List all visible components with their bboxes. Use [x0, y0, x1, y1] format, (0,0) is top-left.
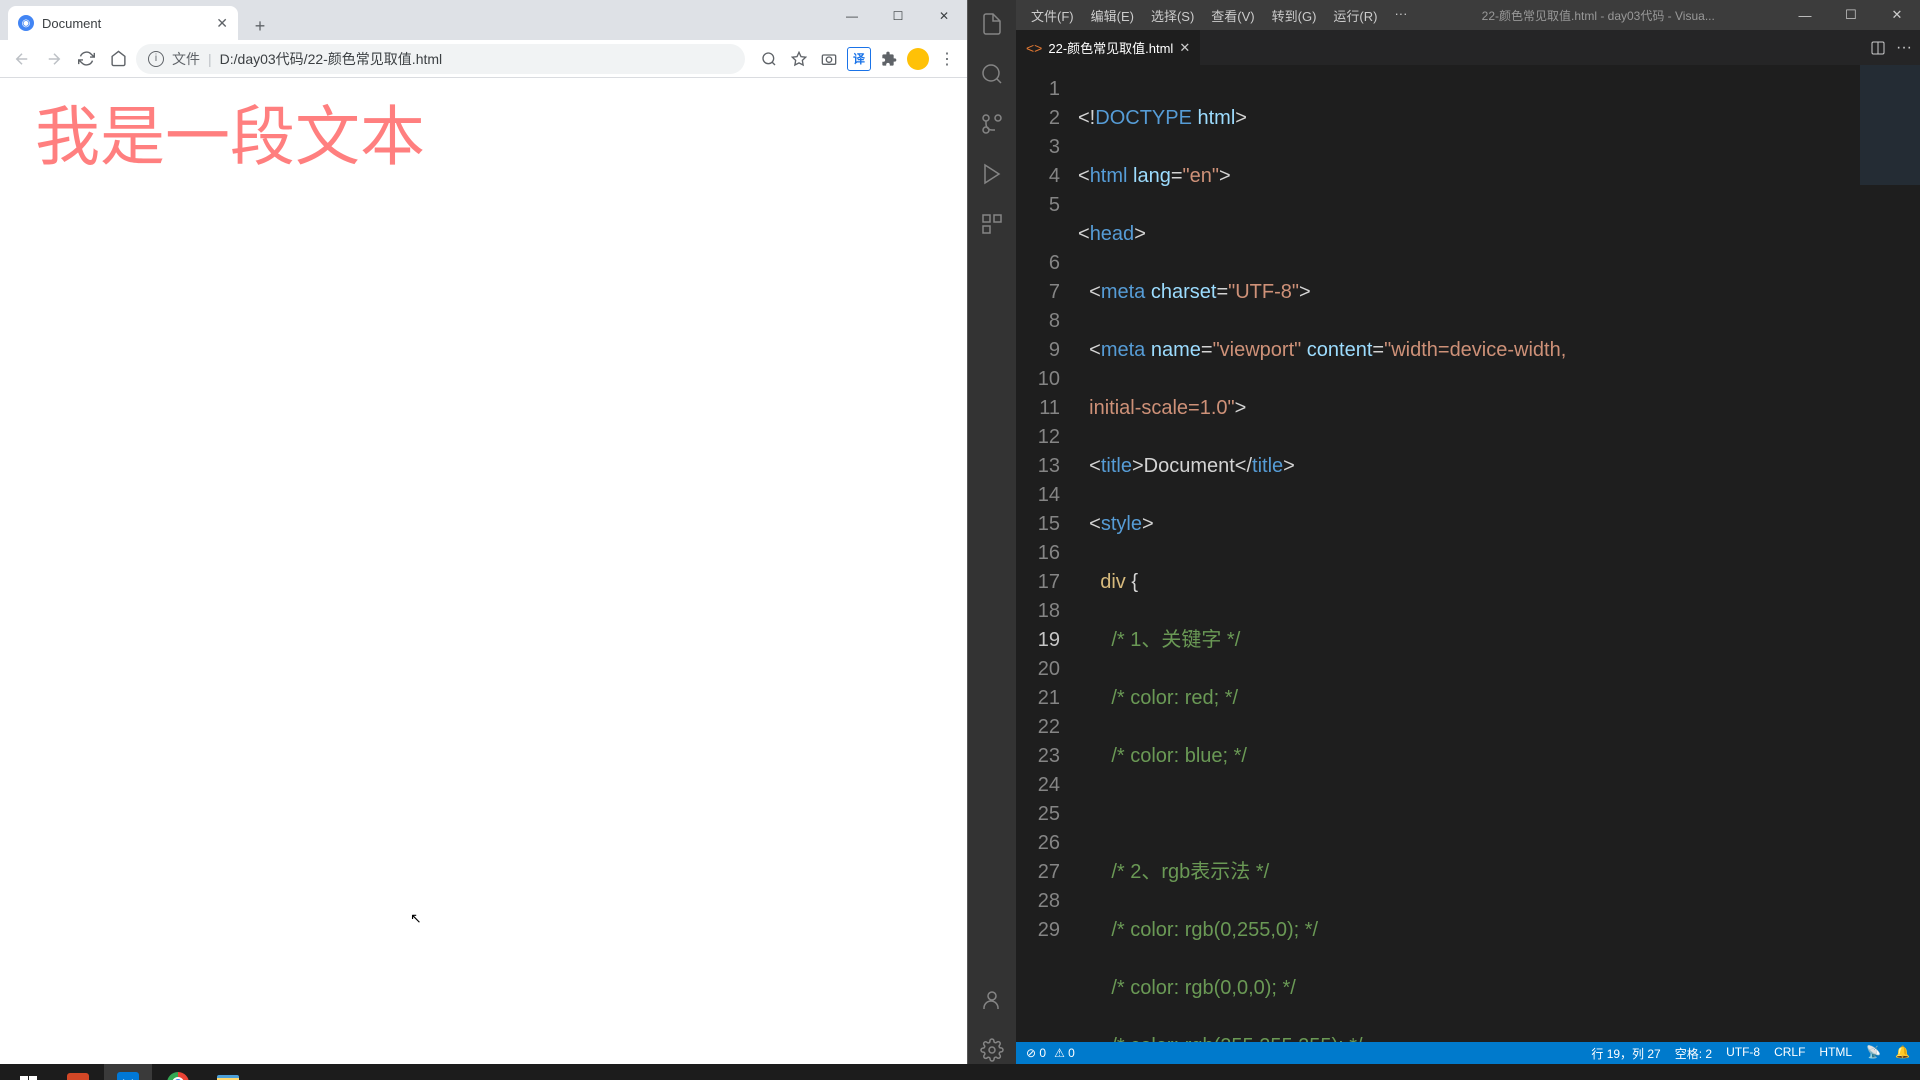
url-scheme-label: 文件 — [172, 49, 200, 69]
page-content: 我是一段文本 ↖ — [0, 78, 967, 1064]
tab-title: Document — [42, 16, 101, 31]
run-debug-icon[interactable] — [978, 160, 1006, 188]
window-title: 22-颜色常见取值.html - day03代码 - Visua... — [1414, 7, 1782, 24]
url-path: D:/day03代码/22-颜色常见取值.html — [220, 49, 443, 69]
translate-icon[interactable]: 译 — [847, 47, 871, 71]
chrome-toolbar: i 文件 | D:/day03代码/22-颜色常见取值.html 译 ⋮ — [0, 40, 967, 78]
site-info-icon[interactable]: i — [148, 51, 164, 67]
menu-selection[interactable]: 选择(S) — [1144, 6, 1201, 25]
minimap[interactable] — [1860, 65, 1920, 265]
vscode-window: 文件(F) 编辑(E) 选择(S) 查看(V) 转到(G) 运行(R) ··· … — [968, 0, 1920, 1064]
status-warnings[interactable]: ⚠ 0 — [1054, 1046, 1075, 1060]
forward-button[interactable] — [40, 45, 68, 73]
search-icon[interactable] — [978, 60, 1006, 88]
favicon-icon: ◉ — [18, 15, 34, 31]
settings-gear-icon[interactable] — [978, 1036, 1006, 1064]
code-content[interactable]: <!DOCTYPE html> <html lang="en"> <head> … — [1078, 65, 1920, 1042]
vscode-titlebar: 文件(F) 编辑(E) 选择(S) 查看(V) 转到(G) 运行(R) ··· … — [1016, 0, 1920, 30]
status-feedback-icon[interactable]: 📡 — [1866, 1045, 1881, 1062]
bookmark-star-icon[interactable] — [787, 47, 811, 71]
status-eol[interactable]: CRLF — [1774, 1045, 1805, 1062]
menu-more[interactable]: ··· — [1387, 6, 1414, 25]
windows-taskbar: ⋈ ˄ — [0, 1064, 1920, 1080]
profile-icon[interactable] — [907, 48, 929, 70]
extensions-icon[interactable] — [877, 47, 901, 71]
status-cursor-pos[interactable]: 行 19，列 27 — [1591, 1045, 1660, 1062]
explorer-icon[interactable] — [978, 10, 1006, 38]
status-bell-icon[interactable]: 🔔 — [1895, 1045, 1910, 1062]
chrome-menu-button[interactable]: ⋮ — [935, 47, 959, 71]
reload-button[interactable] — [72, 45, 100, 73]
status-errors[interactable]: ⊘ 0 — [1026, 1046, 1046, 1060]
html-file-icon: <> — [1026, 40, 1042, 56]
taskbar-chrome[interactable] — [154, 1064, 202, 1080]
taskbar-vscode[interactable]: ⋈ — [104, 1064, 152, 1080]
vscode-minimize-button[interactable]: — — [1782, 0, 1828, 30]
start-button[interactable] — [4, 1064, 52, 1080]
activity-bar — [968, 0, 1016, 1064]
editor-tabs: <> 22-颜色常见取值.html ✕ ··· — [1016, 30, 1920, 65]
address-bar[interactable]: i 文件 | D:/day03代码/22-颜色常见取值.html — [136, 44, 745, 74]
chrome-tabstrip: ◉ Document ✕ + — ☐ ✕ — [0, 0, 967, 40]
code-editor[interactable]: 12345 6789101112131415161718192021222324… — [1016, 65, 1920, 1042]
menu-edit[interactable]: 编辑(E) — [1084, 6, 1141, 25]
split-editor-icon[interactable] — [1870, 40, 1886, 56]
tab-filename: 22-颜色常见取值.html — [1048, 38, 1173, 57]
menu-view[interactable]: 查看(V) — [1204, 6, 1261, 25]
zoom-icon[interactable] — [757, 47, 781, 71]
menu-go[interactable]: 转到(G) — [1265, 6, 1324, 25]
source-control-icon[interactable] — [978, 110, 1006, 138]
status-bar: ⊘ 0 ⚠ 0 行 19，列 27 空格: 2 UTF-8 CRLF HTML … — [1016, 1042, 1920, 1064]
menu-file[interactable]: 文件(F) — [1024, 6, 1081, 25]
more-actions-icon[interactable]: ··· — [1896, 39, 1912, 57]
chrome-close-button[interactable]: ✕ — [921, 0, 967, 32]
taskbar-powerpoint[interactable] — [54, 1064, 102, 1080]
mouse-cursor-icon: ↖ — [410, 910, 422, 927]
browser-tab[interactable]: ◉ Document ✕ — [8, 6, 238, 40]
menu-run[interactable]: 运行(R) — [1326, 6, 1384, 25]
chrome-window: ◉ Document ✕ + — ☐ ✕ — [0, 0, 968, 1064]
account-icon[interactable] — [978, 986, 1006, 1014]
vscode-maximize-button[interactable]: ☐ — [1828, 0, 1874, 30]
demo-text: 我是一段文本 — [35, 98, 932, 176]
line-gutter: 12345 6789101112131415161718192021222324… — [1016, 65, 1078, 1042]
home-button[interactable] — [104, 45, 132, 73]
back-button[interactable] — [8, 45, 36, 73]
menu-bar: 文件(F) 编辑(E) 选择(S) 查看(V) 转到(G) 运行(R) ··· — [1016, 6, 1414, 25]
status-language[interactable]: HTML — [1819, 1045, 1852, 1062]
status-indent[interactable]: 空格: 2 — [1675, 1045, 1712, 1062]
extensions-icon[interactable] — [978, 210, 1006, 238]
new-tab-button[interactable]: + — [246, 12, 274, 40]
camera-icon[interactable] — [817, 47, 841, 71]
tab-close-icon[interactable]: ✕ — [1179, 40, 1190, 56]
vscode-close-button[interactable]: ✕ — [1874, 0, 1920, 30]
taskbar-explorer[interactable] — [204, 1064, 252, 1080]
chrome-maximize-button[interactable]: ☐ — [875, 0, 921, 32]
editor-tab[interactable]: <> 22-颜色常见取值.html ✕ — [1016, 30, 1201, 65]
tab-close-button[interactable]: ✕ — [216, 15, 228, 32]
chrome-minimize-button[interactable]: — — [829, 0, 875, 32]
status-encoding[interactable]: UTF-8 — [1726, 1045, 1760, 1062]
